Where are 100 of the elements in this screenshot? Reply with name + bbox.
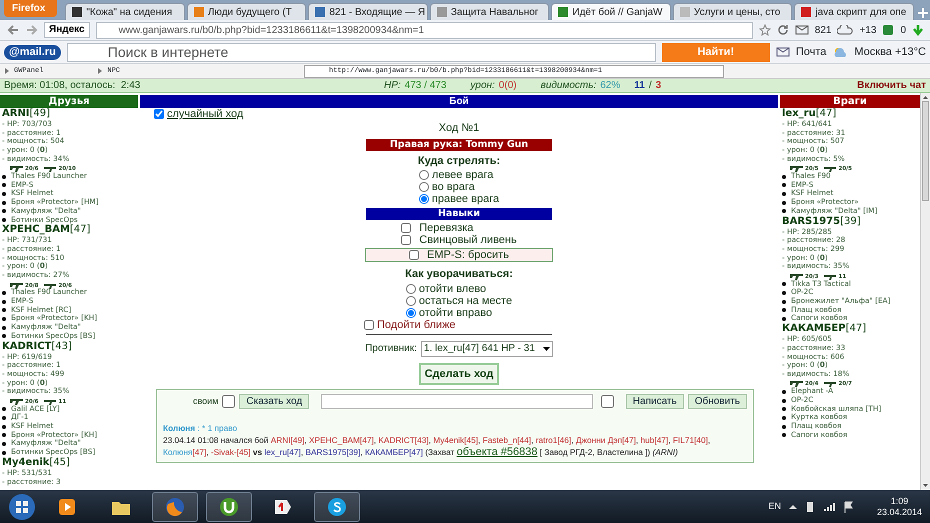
player-level: [47] [846, 323, 866, 334]
bullet-icon [2, 290, 6, 295]
chat-toggle[interactable]: Включить чат [857, 78, 926, 93]
signal-icon[interactable] [822, 502, 835, 512]
bullet-icon [782, 416, 786, 420]
player-name[interactable]: My4enik [2, 456, 50, 468]
bullet-icon [782, 192, 786, 196]
mail-count: 821 [814, 24, 832, 38]
grenade-label: EMP-S: бросить [427, 249, 509, 261]
bullet-icon [2, 174, 6, 179]
expand-icon[interactable] [97, 67, 104, 75]
player-name[interactable]: ARNI [2, 108, 30, 119]
approach-label: Подойти ближе [377, 318, 456, 330]
bullet-icon [2, 183, 6, 188]
checkbox[interactable] [401, 235, 412, 245]
bullet-icon [2, 450, 6, 455]
bullet-icon [782, 308, 786, 312]
browser-tab[interactable]: 821 - Входящие — Я [308, 3, 428, 20]
browser-tab[interactable]: Люди будущего (Т [186, 3, 306, 20]
radio-button[interactable] [418, 182, 429, 192]
torrent-icon [218, 496, 240, 518]
hp-value: 473 / 473 [404, 79, 446, 93]
player-level: [39] [840, 216, 861, 227]
bullet-icon [782, 300, 786, 304]
write-button[interactable]: Написать [626, 394, 684, 409]
option-label: остаться на месте [418, 294, 512, 306]
player-name[interactable]: КАКАМБЕР [782, 323, 846, 334]
player-name[interactable]: BARS1975 [782, 216, 840, 227]
submit-button[interactable]: Сделать ход [418, 362, 500, 385]
checkbox[interactable] [222, 395, 236, 408]
option-label: отойти вправо [418, 306, 492, 318]
browser-tab[interactable]: java скрипт для опе [794, 3, 914, 20]
weather-link[interactable]: Москва +13°C [854, 44, 926, 60]
start-icon[interactable] [8, 492, 36, 520]
bullet-icon [2, 326, 6, 330]
checkbox[interactable] [600, 395, 614, 408]
clock[interactable]: 1:09 23.04.2014 [876, 496, 922, 518]
bullet-icon [2, 416, 6, 420]
search-field[interactable]: Поиск в интернете [66, 42, 656, 62]
download-icon[interactable] [912, 24, 924, 36]
message-field[interactable] [321, 394, 593, 409]
log-line: Колюня : * 1 право [163, 422, 238, 434]
gun-icon [44, 398, 56, 405]
opponent-select[interactable]: 1. lex_ru[47] 641 HP - 31 [420, 340, 553, 356]
mailru-logo[interactable]: @mail.ru [4, 44, 61, 60]
player-name[interactable]: ХРЕНС_ВАМ [2, 224, 70, 236]
radio-button[interactable] [406, 284, 416, 294]
scrollbar[interactable] [920, 93, 930, 490]
new-tab-icon[interactable] [916, 6, 930, 20]
back-icon[interactable] [6, 23, 20, 37]
browser-tab[interactable]: Идёт бой // GanjaW [551, 3, 671, 20]
taskbar-button[interactable] [314, 492, 360, 522]
radio-button[interactable] [406, 296, 416, 306]
refresh-button[interactable]: Обновить [688, 394, 747, 409]
player-name[interactable]: KADRICT [2, 340, 52, 352]
mail-icon[interactable] [794, 25, 809, 35]
bullet-icon [2, 433, 6, 438]
cloud-icon[interactable] [837, 25, 854, 35]
gun-icon [824, 165, 836, 172]
bullet-icon [2, 209, 6, 214]
browser-tab[interactable]: Услуги и цены, сто [672, 3, 792, 20]
random-move-link[interactable]: случайный ход [167, 108, 244, 120]
say-move-button[interactable]: Сказать ход [239, 394, 310, 409]
battery-icon[interactable] [804, 500, 815, 512]
language-indicator[interactable]: EN [768, 500, 781, 514]
address-field[interactable]: www.ganjawars.ru/b0/b.php?bid=1233186611&t=1398200934&nm=1 [96, 22, 753, 38]
gun-icon [790, 165, 803, 172]
tray-expand-icon[interactable] [788, 504, 797, 510]
browser-tab[interactable]: "Кожа" на сидения [65, 3, 185, 20]
search-engine-button[interactable]: Яндекс [44, 22, 90, 38]
radio-button[interactable] [406, 308, 416, 318]
radio-button[interactable] [418, 170, 429, 180]
checkbox[interactable] [401, 223, 412, 233]
player-name[interactable]: lex_ru [782, 108, 816, 119]
gun-icon [824, 272, 836, 280]
checkbox[interactable] [154, 109, 164, 119]
object-link[interactable]: объекта #56838 [456, 446, 538, 458]
checkbox[interactable] [409, 250, 420, 260]
browser-tab[interactable]: Защита Навальног [430, 3, 550, 20]
radio-button[interactable] [418, 194, 429, 204]
damage-value: 0(0) [498, 79, 517, 93]
scroll-thumb[interactable] [922, 101, 929, 201]
expand-icon[interactable] [4, 67, 10, 75]
star-icon[interactable] [758, 24, 771, 36]
count-separator: / [648, 79, 652, 93]
taskbar-button[interactable] [206, 492, 252, 522]
bullet-icon [782, 424, 786, 429]
counter-icon[interactable] [882, 24, 894, 36]
mail-link[interactable]: Почта [796, 44, 826, 60]
mail-icon[interactable] [776, 47, 790, 57]
section-title: Как уворачиваться: [405, 267, 513, 282]
reload-icon[interactable] [776, 24, 789, 36]
battle-timer: Время: 01:08, осталось: 2:43 [4, 79, 142, 93]
gun-icon [10, 282, 23, 289]
flag-icon[interactable] [842, 500, 853, 512]
player-level: [45] [49, 456, 70, 468]
checkbox[interactable] [364, 320, 374, 330]
battle-header: Бой [140, 95, 778, 108]
bullet-icon [782, 174, 786, 179]
bullet-icon [2, 334, 6, 338]
